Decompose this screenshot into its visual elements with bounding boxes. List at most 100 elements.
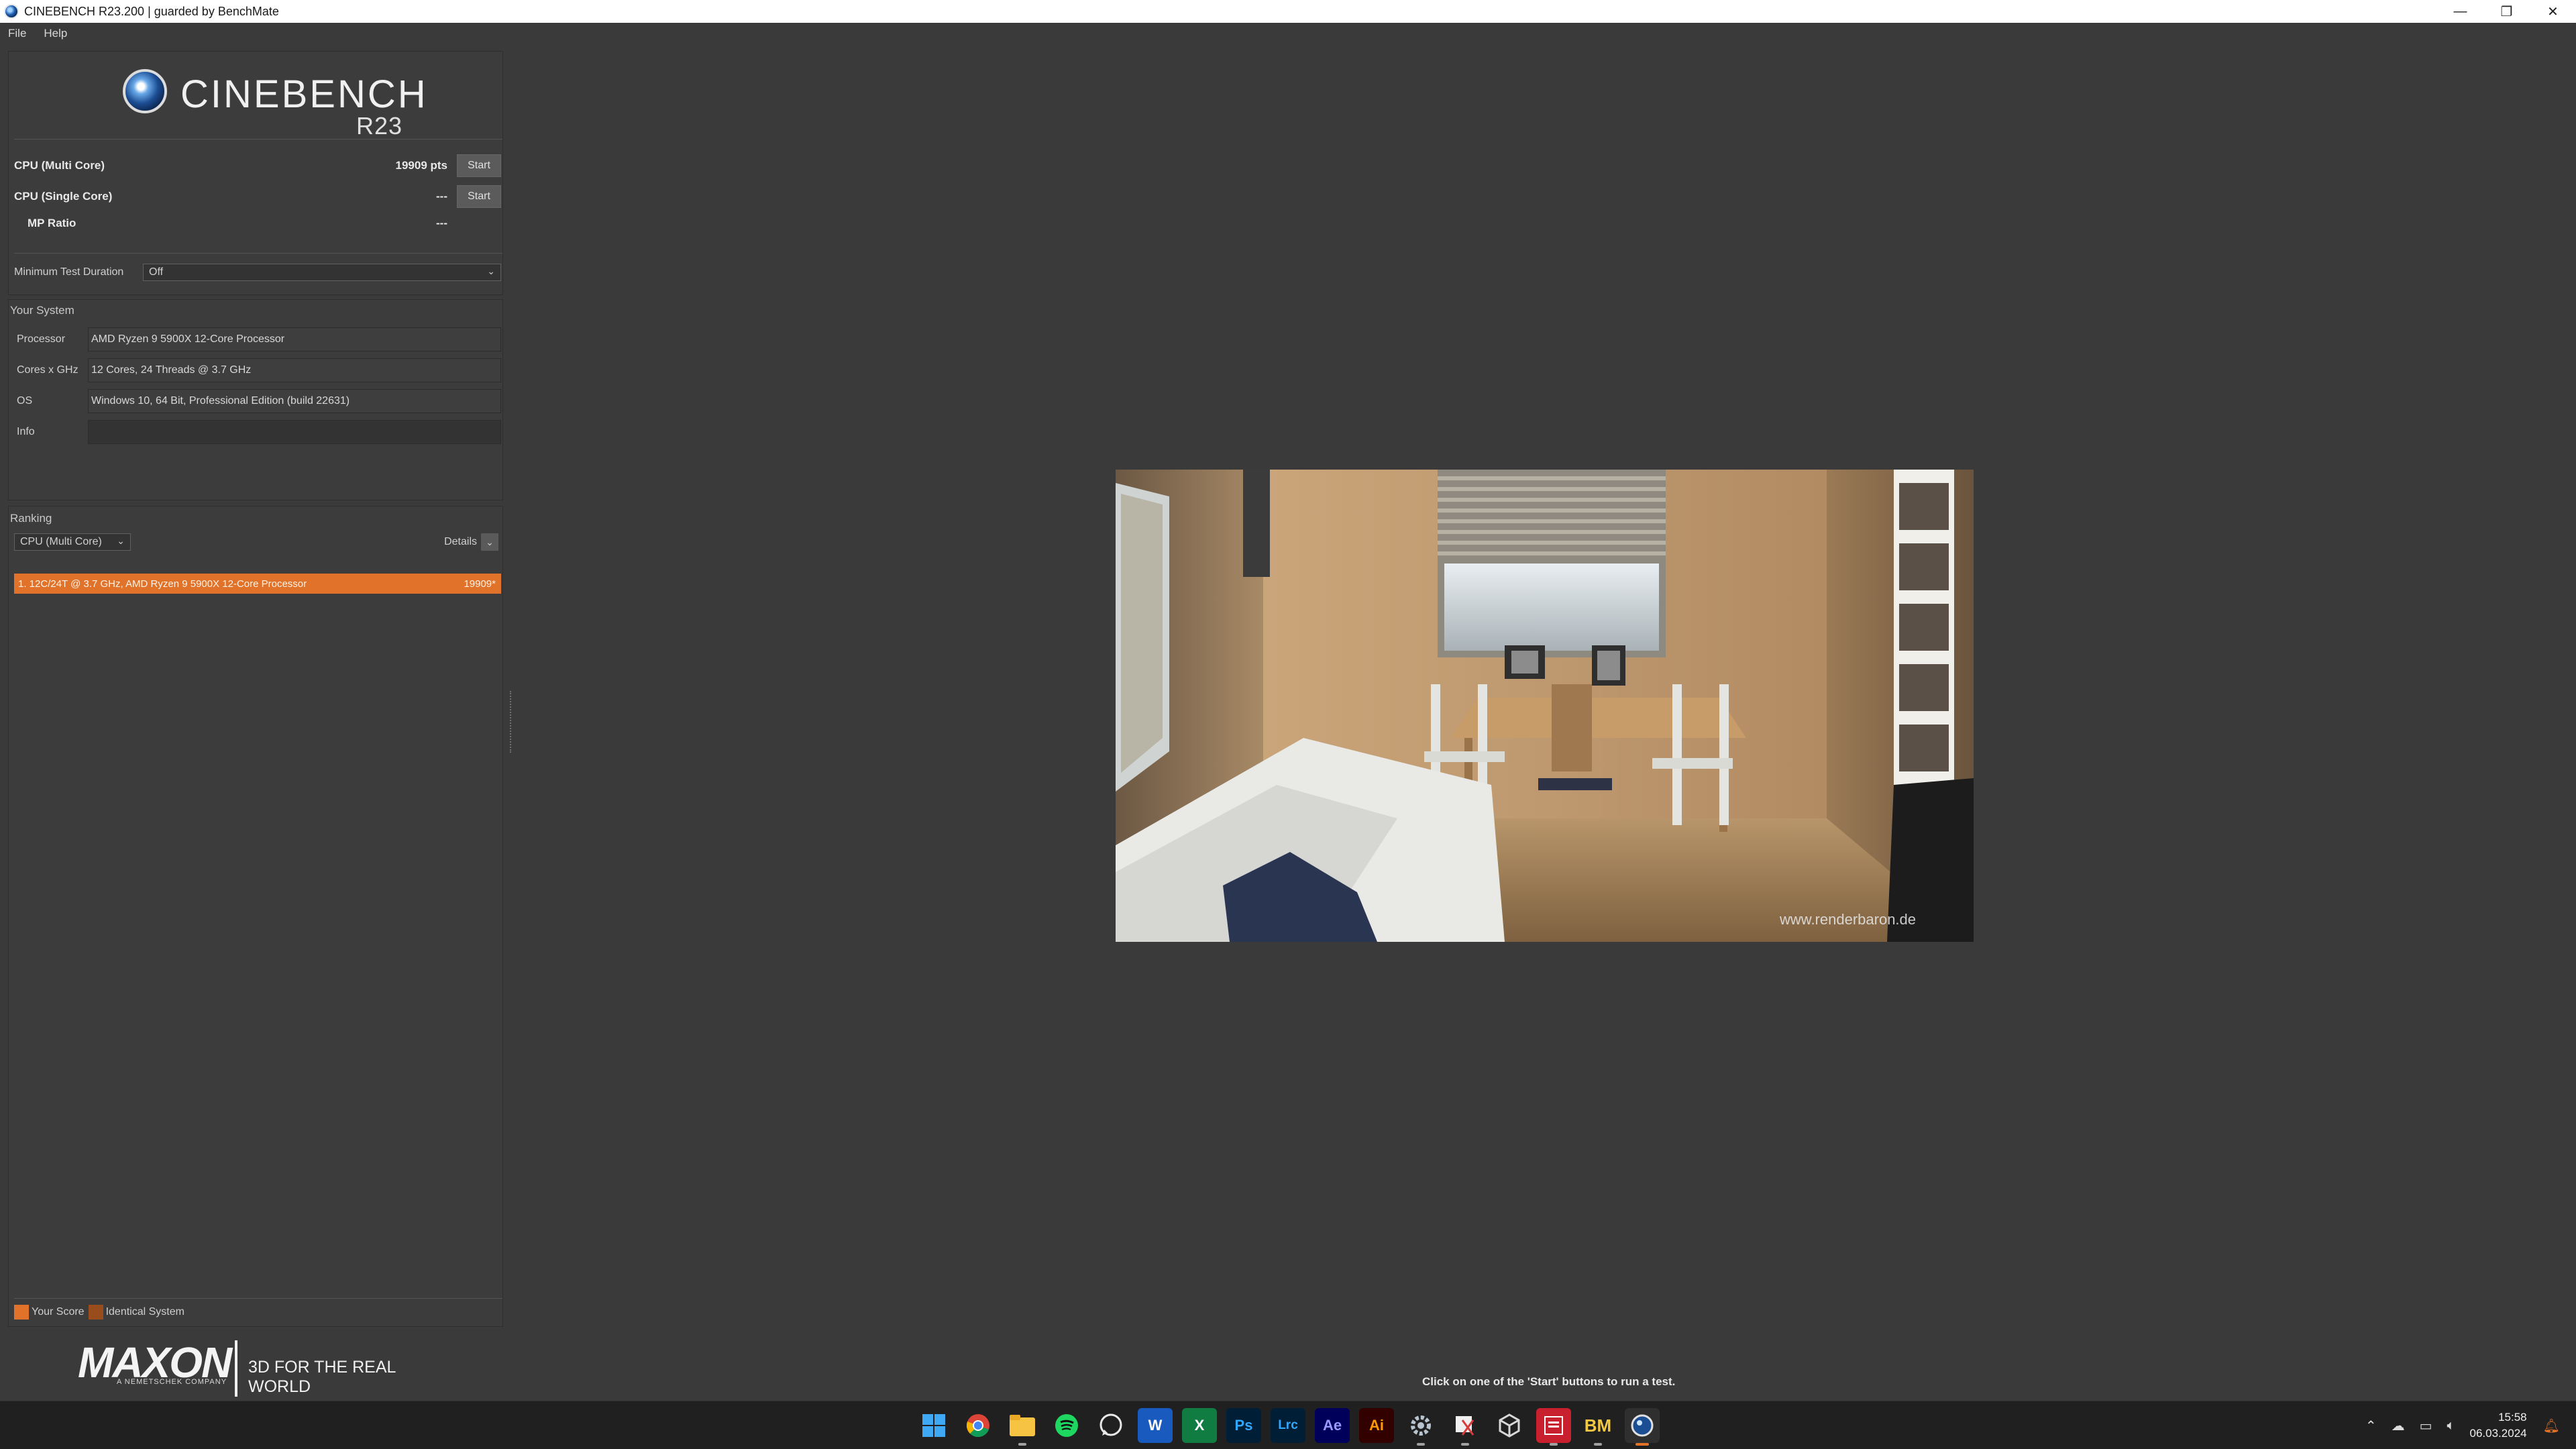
single-core-start-button[interactable]: Start <box>457 185 501 208</box>
left-panel: CINEBENCH R23 CPU (Multi Core) 19909 pts… <box>0 48 504 1330</box>
cinebench-taskbar-icon[interactable] <box>1625 1408 1660 1446</box>
multi-core-label: CPU (Multi Core) <box>14 159 105 172</box>
system-row-cores: Cores x GHz 12 Cores, 24 Threads @ 3.7 G… <box>14 358 501 383</box>
maxon-subtitle: A NEMETSCHEK COMPANY <box>117 1378 227 1386</box>
chrome-icon[interactable] <box>961 1408 996 1443</box>
running-indicator <box>1018 1443 1026 1446</box>
notification-bell-icon[interactable]: 🔔︎ <box>2543 1417 2560 1434</box>
illustrator-icon[interactable]: Ai <box>1359 1408 1394 1443</box>
excel-icon[interactable]: X <box>1182 1408 1217 1443</box>
identical-system-swatch <box>88 1305 103 1320</box>
menu-bar: File Help <box>0 23 2576 44</box>
close-button[interactable]: ✕ <box>2530 0 2576 23</box>
test-row-multi-core: CPU (Multi Core) 19909 pts Start <box>14 152 501 179</box>
system-row-info: Info <box>14 419 501 445</box>
test-row-single-core: CPU (Single Core) --- Start <box>14 183 501 210</box>
mp-ratio-value: --- <box>436 217 447 229</box>
running-indicator <box>1594 1443 1602 1446</box>
details-chevron-icon[interactable]: ⌄ <box>481 533 498 551</box>
render-scene: www.renderbaron.de <box>1116 470 1974 942</box>
processor-label: Processor <box>17 333 66 345</box>
cinebench-app-icon <box>4 4 19 19</box>
details-control[interactable]: Details ⌄ <box>444 533 498 551</box>
maxon-logo: MAXON A NEMETSCHEK COMPANY 3D FOR THE RE… <box>78 1338 453 1402</box>
your-score-swatch <box>14 1305 29 1320</box>
taskbar: W X Ps Lrc Ae Ai BM ⌃ ☁ ▭ 🔈︎ 15:58 06.03… <box>0 1401 2576 1449</box>
chevron-down-icon: ⌄ <box>117 535 125 546</box>
word-icon[interactable]: W <box>1138 1408 1173 1443</box>
single-core-label: CPU (Single Core) <box>14 190 113 203</box>
cores-value: 12 Cores, 24 Threads @ 3.7 GHz <box>88 358 501 382</box>
test-row-mp-ratio: MP Ratio --- <box>14 210 501 237</box>
clock-time: 15:58 <box>2498 1411 2527 1424</box>
whatsapp-icon[interactable] <box>1093 1408 1128 1443</box>
taskbar-icons: W X Ps Lrc Ae Ai BM <box>916 1408 1669 1446</box>
cinebench-logo: CINEBENCH R23 <box>123 69 426 143</box>
settings-gear-icon[interactable] <box>1403 1408 1438 1446</box>
minimize-button[interactable]: — <box>2437 0 2483 23</box>
panel-splitter-handle[interactable] <box>510 691 514 753</box>
file-explorer-icon[interactable] <box>1005 1408 1040 1446</box>
maxon-tagline: 3D FOR THE REAL WORLD <box>248 1358 396 1396</box>
chevron-up-icon[interactable]: ⌃ <box>2365 1417 2377 1434</box>
benchmate-icon[interactable]: BM <box>1580 1408 1615 1446</box>
multi-core-start-button[interactable]: Start <box>457 154 501 177</box>
your-system-header: Your System <box>10 304 74 317</box>
processor-value: AMD Ryzen 9 5900X 12-Core Processor <box>88 327 501 352</box>
info-label: Info <box>17 426 35 437</box>
os-value: Windows 10, 64 Bit, Professional Edition… <box>88 389 501 413</box>
render-preview-image: www.renderbaron.de <box>1116 470 1974 942</box>
os-label: OS <box>17 395 33 407</box>
system-row-os: OS Windows 10, 64 Bit, Professional Edit… <box>14 388 501 414</box>
single-core-score: --- <box>436 190 447 203</box>
logo-version: R23 <box>356 112 403 140</box>
ranking-filter-value: CPU (Multi Core) <box>20 536 102 547</box>
onedrive-cloud-icon[interactable]: ☁ <box>2392 1417 2405 1434</box>
snipping-tool-icon[interactable] <box>1448 1408 1483 1446</box>
your-system-box: Your System Processor AMD Ryzen 9 5900X … <box>8 299 503 500</box>
volume-icon[interactable]: 🔈︎ <box>2447 1418 2455 1434</box>
divider <box>14 1298 502 1299</box>
your-score-label: Your Score <box>32 1306 85 1318</box>
running-indicator <box>1550 1443 1558 1446</box>
details-label: Details <box>444 536 477 547</box>
ranking-entry-text: 1. 12C/24T @ 3.7 GHz, AMD Ryzen 9 5900X … <box>18 578 307 590</box>
windows-start-icon[interactable] <box>916 1408 951 1443</box>
legend-your-score: Your Score <box>14 1305 85 1320</box>
multi-core-score: 19909 pts <box>395 159 448 172</box>
running-indicator <box>1417 1443 1425 1446</box>
test-duration-select[interactable]: Off ⌄ <box>143 264 501 281</box>
active-indicator <box>1635 1443 1649 1446</box>
render-watermark: www.renderbaron.de <box>1779 911 1916 928</box>
maxon-divider <box>235 1340 237 1397</box>
mp-ratio-label: MP Ratio <box>28 217 76 229</box>
photoshop-icon[interactable]: Ps <box>1226 1408 1261 1443</box>
menu-help[interactable]: Help <box>44 27 67 40</box>
ranking-entry[interactable]: 1. 12C/24T @ 3.7 GHz, AMD Ryzen 9 5900X … <box>14 574 501 594</box>
restore-button[interactable]: ❐ <box>2483 0 2530 23</box>
cores-label: Cores x GHz <box>17 364 78 376</box>
logo-name: CINEBENCH <box>180 72 428 116</box>
clock-date: 06.03.2024 <box>2469 1427 2527 1440</box>
menu-file[interactable]: File <box>8 27 26 40</box>
system-row-processor: Processor AMD Ryzen 9 5900X 12-Core Proc… <box>14 327 501 352</box>
after-effects-icon[interactable]: Ae <box>1315 1408 1350 1443</box>
spotify-icon[interactable] <box>1049 1408 1084 1443</box>
pdf-app-icon[interactable] <box>1536 1408 1571 1446</box>
system-tray: ⌃ ☁ ▭ 🔈︎ 15:58 06.03.2024 🔔︎ <box>2365 1401 2563 1449</box>
ranking-filter-select[interactable]: CPU (Multi Core) ⌄ <box>14 533 131 551</box>
status-message: Click on one of the 'Start' buttons to r… <box>1422 1375 1676 1388</box>
network-icon[interactable]: ▭ <box>2420 1417 2432 1434</box>
legend-identical-system: Identical System <box>88 1305 184 1320</box>
info-field[interactable] <box>88 420 501 444</box>
running-indicator <box>1461 1443 1469 1446</box>
clock[interactable]: 15:58 06.03.2024 <box>2470 1409 2527 1442</box>
identical-system-label: Identical System <box>105 1306 184 1318</box>
lightroom-classic-icon[interactable]: Lrc <box>1271 1408 1305 1443</box>
test-duration-row: Minimum Test Duration Off ⌄ <box>14 261 501 284</box>
unity-icon[interactable] <box>1492 1408 1527 1443</box>
ranking-header: Ranking <box>10 512 52 525</box>
tests-box: CINEBENCH R23 CPU (Multi Core) 19909 pts… <box>8 51 503 295</box>
chevron-down-icon: ⌄ <box>487 266 495 276</box>
divider <box>14 253 502 254</box>
